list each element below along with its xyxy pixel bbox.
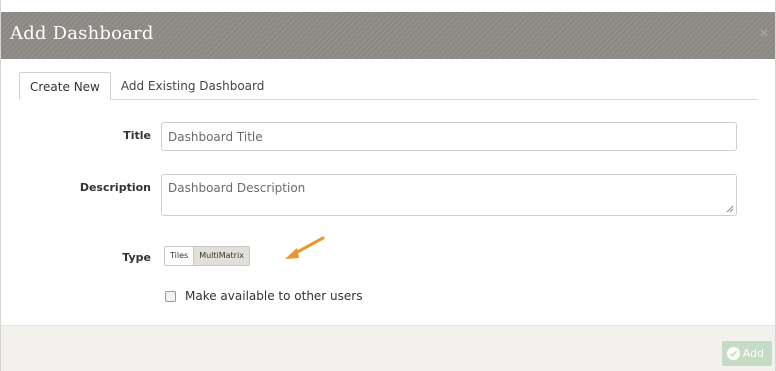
share-option-row: Make available to other users — [165, 289, 362, 303]
annotation-arrow-icon — [285, 236, 325, 259]
description-textarea[interactable] — [161, 174, 737, 216]
dialog-footer: Add — [1, 325, 775, 371]
add-dashboard-dialog: Add Dashboard × Create New Add Existing … — [0, 0, 776, 371]
tab-create-new[interactable]: Create New — [19, 72, 111, 100]
dialog-titlebar: Add Dashboard × — [1, 12, 775, 59]
dialog-title: Add Dashboard — [10, 23, 154, 44]
description-label: Description — [79, 181, 151, 194]
title-input[interactable] — [161, 122, 737, 151]
check-circle-icon — [726, 347, 740, 360]
share-checkbox[interactable] — [165, 290, 176, 302]
type-label: Type — [122, 251, 151, 264]
close-icon[interactable]: × — [757, 25, 771, 41]
share-checkbox-label[interactable]: Make available to other users — [185, 289, 362, 303]
tab-add-existing-dashboard[interactable]: Add Existing Dashboard — [111, 72, 275, 100]
type-option-multimatrix[interactable]: MultiMatrix — [193, 247, 249, 265]
title-label: Title — [123, 129, 151, 142]
add-button[interactable]: Add — [721, 341, 772, 366]
type-toggle-group: Tiles MultiMatrix — [164, 246, 250, 266]
add-button-label: Add — [742, 347, 764, 360]
type-option-tiles[interactable]: Tiles — [165, 247, 194, 265]
dialog-tabs: Create New Add Existing Dashboard — [19, 72, 274, 100]
